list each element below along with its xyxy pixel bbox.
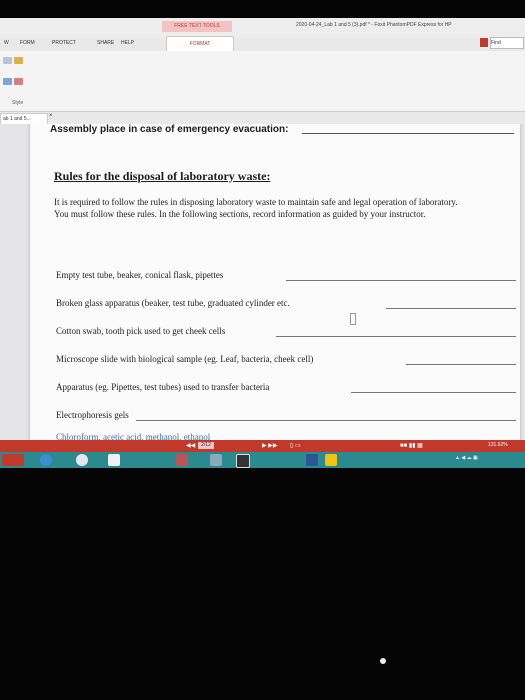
evacuation-line: Assembly place in case of emergency evac… xyxy=(50,124,289,135)
free-text-tools-tab[interactable]: FREE TEXT TOOLS xyxy=(162,21,232,32)
tab-help[interactable]: HELP xyxy=(121,40,134,46)
waste-row-label: Microscope slide with biological sample … xyxy=(56,354,314,364)
tab-view[interactable]: W xyxy=(4,40,9,46)
document-viewport[interactable]: Assembly place in case of emergency evac… xyxy=(0,124,525,440)
view-mode-icon[interactable]: ▯ ▭ xyxy=(290,442,301,449)
highlight-icon[interactable] xyxy=(14,57,23,64)
folder-icon[interactable] xyxy=(108,454,120,466)
line-spacing-icon[interactable] xyxy=(3,78,12,85)
waste-row: Broken glass apparatus (beaker, test tub… xyxy=(56,298,516,312)
find-input[interactable]: Find xyxy=(490,37,524,49)
ribbon-tab-bar: W FORM PROTECT SHARE HELP FORMAT Find xyxy=(0,36,525,52)
fill-in-line[interactable] xyxy=(276,336,516,337)
waste-row-label: Chloroform, acetic acid, methanol, ethan… xyxy=(56,432,211,440)
border-color-icon[interactable] xyxy=(14,78,23,85)
waste-row-label: Empty test tube, beaker, conical flask, … xyxy=(56,270,224,280)
waste-row-label: Cotton swab, tooth pick used to get chee… xyxy=(56,326,226,336)
tab-format[interactable]: FORMAT xyxy=(166,36,234,52)
waste-row: Apparatus (eg. Pipettes, test tubes) use… xyxy=(56,382,516,396)
tab-form[interactable]: FORM xyxy=(20,40,35,46)
fill-in-line[interactable] xyxy=(351,392,516,393)
fill-in-line[interactable] xyxy=(136,420,516,421)
intro-paragraph: It is required to follow the rules in di… xyxy=(54,197,458,219)
foxit-icon[interactable] xyxy=(210,454,222,466)
waste-row: Electrophoresis gels xyxy=(56,410,516,424)
windows-taskbar: ▲ ◀ ☁ ▣ xyxy=(0,452,525,468)
ribbon-toolbar: Style xyxy=(0,51,525,112)
waste-row: Empty test tube, beaker, conical flask, … xyxy=(56,270,516,284)
camera-light xyxy=(380,658,386,664)
waste-row: Chloroform, acetic acid, methanol, ethan… xyxy=(56,432,516,440)
text-align-icon[interactable] xyxy=(3,57,12,64)
settings-icon[interactable] xyxy=(236,454,250,468)
next-page-icon[interactable]: ▶ ▶▶ xyxy=(262,442,278,449)
edge-icon[interactable] xyxy=(40,454,52,466)
waste-row: Cotton swab, tooth pick used to get chee… xyxy=(56,326,516,340)
fill-in-line[interactable] xyxy=(386,308,516,309)
text-cursor-icon xyxy=(350,313,356,325)
fill-in-line[interactable] xyxy=(286,280,516,281)
previous-page-icon[interactable]: ◀◀ xyxy=(186,442,195,449)
status-bar: ◀◀ 2/12 ▶ ▶▶ ▯ ▭ ■■ ▮▮ ▦ 131.62% xyxy=(0,440,525,452)
zoom-level[interactable]: 131.62% xyxy=(488,442,508,448)
layout-icon[interactable]: ■■ ▮▮ ▦ xyxy=(400,442,423,449)
system-tray-icon[interactable]: ▲ ◀ ☁ ▣ xyxy=(455,455,478,461)
document-tab-bar: ab 1 and 5... × xyxy=(0,112,525,125)
window-title: 2020-04-24_Lab 1 and 5 (3).pdf * - Foxit… xyxy=(296,22,452,28)
close-icon[interactable]: × xyxy=(49,113,53,119)
app-icon[interactable] xyxy=(176,454,188,466)
waste-row: Microscope slide with biological sample … xyxy=(56,354,516,368)
pdf-page: Assembly place in case of emergency evac… xyxy=(30,124,520,440)
laptop-screen: FREE TEXT TOOLS 2020-04-24_Lab 1 and 5 (… xyxy=(0,18,525,468)
tab-protect[interactable]: PROTECT xyxy=(52,40,76,46)
fill-in-line[interactable] xyxy=(406,364,516,365)
style-group-label: Style xyxy=(12,100,24,106)
chrome-icon[interactable] xyxy=(76,454,88,466)
section-heading: Rules for the disposal of laboratory was… xyxy=(54,169,271,183)
find-icon[interactable] xyxy=(480,38,488,47)
sticky-notes-icon[interactable] xyxy=(325,454,337,466)
page-number-field[interactable]: 2/12 xyxy=(198,442,214,449)
waste-row-label: Broken glass apparatus (beaker, test tub… xyxy=(56,298,290,308)
title-bar: FREE TEXT TOOLS 2020-04-24_Lab 1 and 5 (… xyxy=(0,18,525,38)
start-icon[interactable] xyxy=(2,454,24,466)
fill-in-line xyxy=(302,133,514,134)
word-icon[interactable] xyxy=(306,454,318,466)
tab-share[interactable]: SHARE xyxy=(97,40,114,46)
waste-row-label: Apparatus (eg. Pipettes, test tubes) use… xyxy=(56,382,270,392)
waste-row-label: Electrophoresis gels xyxy=(56,410,129,420)
